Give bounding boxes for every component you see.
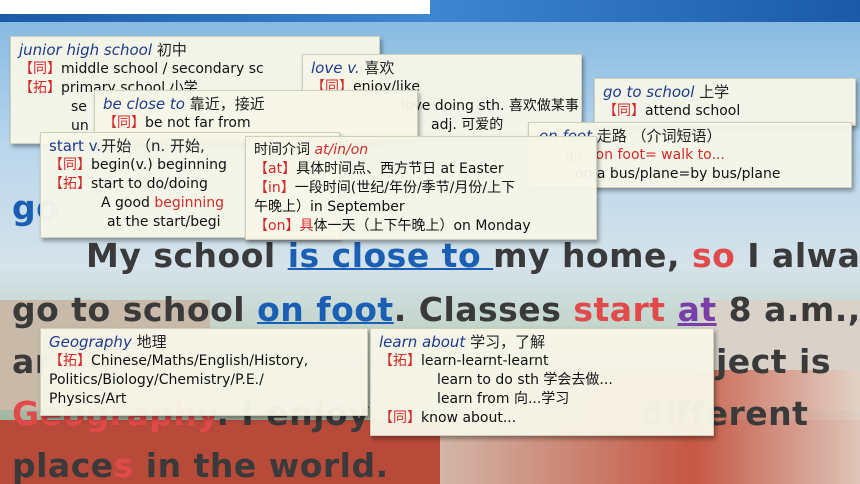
card-title: be close to 靠近，接近 (103, 95, 409, 114)
text: learn-learnt-learnt (421, 353, 549, 369)
passage-line-3b: ject is (716, 342, 831, 381)
card-line: Physics/Art (49, 391, 127, 407)
card-time-prepositions[interactable]: 时间介词 at/in/on 【at】具体时间点、西方节日 at Easter 【… (245, 136, 597, 240)
title-zh: 开始 （n. 开始, (101, 137, 205, 155)
card-line: 【on】具体一天（上下午晚上）on Monday (254, 217, 588, 236)
tag: 【同】 (603, 103, 645, 119)
text: go to school (12, 290, 258, 329)
text: begin(v.) beginning (91, 157, 227, 173)
top-banner-white (0, 0, 430, 14)
text: middle school / secondary sc (61, 61, 264, 77)
title-zh: 上学 (699, 83, 730, 101)
card-line: learn from 向...学习 (437, 391, 570, 407)
card-line: 【同】attend school (603, 102, 847, 121)
tag: 【拓】 (49, 176, 91, 192)
tag: 【拓】 (19, 80, 61, 96)
phrase-on-foot[interactable]: on foot (257, 290, 394, 329)
text: 一段时间(世纪/年份/季节/月份/上下 (294, 180, 516, 196)
card-title: learn about 学习，了解 (379, 333, 705, 352)
text: My school (86, 236, 288, 275)
tag: 【in】 (254, 180, 295, 196)
text: 8 a.m., (716, 290, 860, 329)
title-zh: 喜欢 (364, 59, 395, 77)
tag: 【同】 (103, 115, 145, 131)
word-so: so (691, 236, 736, 275)
title-en: learn about (379, 333, 466, 351)
card-geography[interactable]: Geography 地理 【拓】Chinese/Maths/English/Hi… (40, 328, 368, 416)
text: 具体时间点、西方节日 at Easter (296, 161, 504, 177)
tag: 【at】 (254, 161, 297, 177)
title-en: Geography (49, 333, 132, 351)
card-title: go to school 上学 (603, 83, 847, 102)
text: 具 (299, 218, 314, 234)
title-zh: 走路 （介词短语） (596, 127, 722, 145)
tag: 【同】 (19, 61, 61, 77)
card-title: 时间介词 at/in/on (254, 141, 588, 160)
title-en: start v. (49, 137, 102, 155)
phrase-is-close-to[interactable]: is close to (288, 236, 493, 275)
passage-line-2: go to school on foot. Classes start at 8… (12, 290, 860, 329)
title-en: junior high school (19, 41, 153, 59)
card-line: 【at】具体时间点、西方节日 at Easter (254, 160, 588, 179)
tag: 【on】 (254, 218, 300, 234)
card-learn-about[interactable]: learn about 学习，了解 【拓】learn-learnt-learnt… (370, 328, 714, 436)
passage-line-5: places in the world. (12, 446, 389, 484)
card-line: 【拓】learn-learnt-learnt (379, 352, 705, 371)
card-line: 【in】一段时间(世纪/年份/季节/月份/上下 (254, 179, 588, 198)
tag: 【同】 (49, 157, 91, 173)
tag: 【拓】 (49, 353, 91, 369)
text: start to do/doing (91, 176, 208, 192)
card-line: 【同】be not far from (103, 114, 409, 133)
tag: 【同】 (379, 410, 421, 426)
card-line: learn to do sth 学会去做... (437, 372, 613, 388)
text: . Classes (393, 290, 574, 329)
title-zh: 时间介词 (254, 142, 310, 158)
card-go-to-school[interactable]: go to school 上学 【同】attend school (594, 78, 856, 126)
title-en: at/in/on (314, 142, 369, 158)
card-line: Politics/Biology/Chemistry/P.E./ (49, 372, 264, 388)
title-en: be close to (103, 95, 185, 113)
word-start[interactable]: start (573, 290, 665, 329)
title-zh: 靠近，接近 (189, 95, 265, 113)
text: Chinese/Maths/English/History, (91, 353, 309, 369)
card-title: Geography 地理 (49, 333, 359, 352)
title-en: go to school (603, 83, 695, 101)
text (666, 290, 678, 329)
card-title: love v. 喜欢 (311, 59, 573, 78)
card-line: 【同】know about... (379, 409, 705, 428)
text: beginning (154, 195, 225, 211)
word-at[interactable]: at (678, 290, 717, 329)
card-line: 午晚上）in September (254, 199, 405, 215)
text: I always (747, 236, 860, 275)
tag: 【拓】 (379, 353, 421, 369)
title-en: love v. (311, 59, 360, 77)
text: place (12, 446, 114, 484)
text: know about... (421, 410, 517, 426)
text: A good (101, 195, 155, 211)
card-line: 【拓】Chinese/Maths/English/History, (49, 352, 359, 371)
passage-line-1: My school is close to my home, so I alwa… (86, 236, 860, 275)
letter-s: s (113, 446, 134, 484)
title-zh: 学习，了解 (470, 333, 546, 351)
title-zh: 地理 (136, 333, 167, 351)
text: my home, (493, 236, 692, 275)
text: be not far from (145, 115, 251, 131)
text: 体一天（上下午晚上）on Monday (313, 218, 531, 234)
title-zh: 初中 (156, 41, 187, 59)
text: in the world. (133, 446, 389, 484)
text: attend school (645, 103, 741, 119)
